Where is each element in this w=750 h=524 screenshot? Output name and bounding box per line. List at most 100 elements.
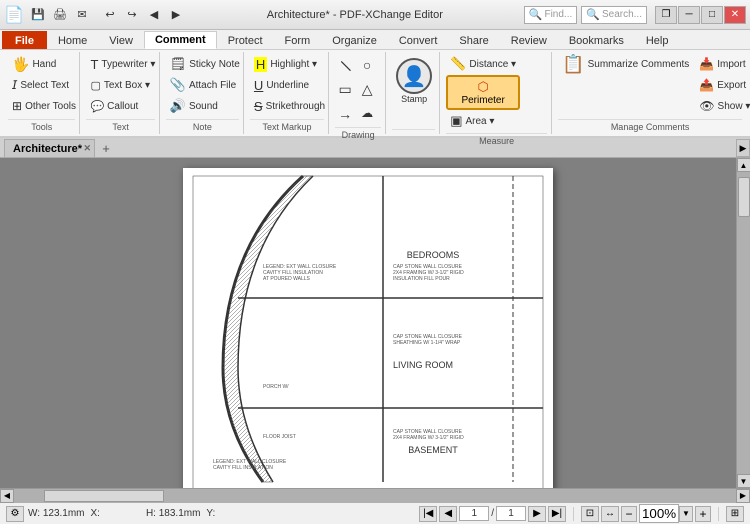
vertical-scrollbar[interactable]: ▲ ▼ — [736, 158, 750, 488]
prev-page-btn[interactable]: ◀ — [439, 506, 457, 522]
summarize-comments-btn[interactable]: 📋 Summarize Comments — [558, 54, 693, 74]
distance-label: Distance ▾ — [469, 59, 516, 70]
scroll-right-btn[interactable]: ▶ — [736, 489, 750, 503]
qa-print-btn[interactable]: 🖨 — [50, 6, 70, 24]
export-comments-btn[interactable]: 📤 Export — [695, 75, 750, 95]
text-markup-group-label: Text Markup — [250, 119, 324, 132]
tab-comment[interactable]: Comment — [144, 31, 217, 49]
x-label: X: — [91, 508, 100, 519]
view-mode-btn[interactable]: ⊞ — [726, 506, 744, 522]
scroll-track[interactable] — [737, 172, 750, 474]
tab-home[interactable]: Home — [47, 31, 98, 49]
arrow-draw-btn[interactable]: → — [335, 103, 355, 125]
current-page-display[interactable]: 1 — [459, 506, 489, 521]
qa-email-btn[interactable]: ✉ — [72, 6, 92, 24]
new-tab-btn[interactable]: + — [97, 139, 115, 157]
zoom-fit-page-btn[interactable]: ⊡ — [581, 506, 599, 522]
zoom-in-btn[interactable]: + — [695, 506, 711, 522]
highlight-btn[interactable]: H Highlight ▾ — [250, 54, 329, 74]
tools-icon: ⊞ — [12, 99, 22, 113]
undo-btn[interactable]: ↩ — [100, 6, 120, 24]
typewriter-btn[interactable]: T Typewriter ▾ — [86, 54, 159, 74]
h-scroll-track[interactable] — [14, 489, 736, 503]
tab-form[interactable]: Form — [274, 31, 322, 49]
undo-redo-group: ↩ ↪ ◀ ▶ — [100, 6, 186, 24]
polygon-icon: △ — [362, 81, 373, 98]
manage-comments-group: 📋 Summarize Comments 📥 Import 📤 Export 👁… — [554, 52, 746, 134]
zoom-dropdown-btn[interactable]: ▼ — [679, 506, 693, 522]
select-text-btn[interactable]: 𝘐 Select Text — [8, 75, 80, 95]
minimize-btn[interactable]: ─ — [678, 6, 700, 24]
tab-organize[interactable]: Organize — [321, 31, 388, 49]
h-scroll-thumb[interactable] — [44, 490, 164, 502]
distance-btn[interactable]: 📏 Distance ▾ — [446, 54, 520, 74]
text-markup-group: H Highlight ▾ U Underline S Strikethroug… — [246, 52, 329, 134]
underline-btn[interactable]: U Underline — [250, 75, 329, 95]
stamp-btn[interactable]: 👤 Stamp — [392, 54, 436, 108]
drawing-group: | ○ ▭ △ → — [331, 52, 386, 134]
doc-tab-architecture[interactable]: Architecture* ✕ — [4, 139, 95, 157]
other-tools-label: Other Tools — [25, 101, 76, 112]
summarize-icon: 📋 — [562, 54, 584, 75]
stamp-group: 👤 Stamp — [388, 52, 440, 134]
sticky-note-btn[interactable]: 🗒 Sticky Note — [166, 54, 244, 74]
tab-file[interactable]: File — [2, 31, 47, 49]
attach-file-btn[interactable]: 📎 Attach File — [166, 75, 244, 95]
zoom-input[interactable] — [639, 504, 679, 523]
tab-protect[interactable]: Protect — [217, 31, 274, 49]
circle-draw-btn[interactable]: ○ — [357, 54, 377, 76]
stamp-icon: 👤 — [396, 58, 432, 94]
nav-back-btn[interactable]: ◀ — [144, 6, 164, 24]
show-comments-btn[interactable]: 👁 Show ▾ — [695, 96, 750, 116]
tab-share[interactable]: Share — [448, 31, 499, 49]
last-page-btn[interactable]: ▶| — [548, 506, 566, 522]
redo-btn[interactable]: ↪ — [122, 6, 142, 24]
polygon-draw-btn[interactable]: △ — [357, 78, 377, 101]
scroll-down-btn[interactable]: ▼ — [737, 474, 750, 488]
zoom-fit-width-btn[interactable]: ↔ — [601, 506, 619, 522]
sound-btn[interactable]: 🔊 Sound — [166, 96, 244, 116]
page-navigation: |◀ ◀ 1 / 1 ▶ ▶| — [419, 506, 566, 522]
scroll-up-btn[interactable]: ▲ — [737, 158, 750, 172]
tab-bookmarks[interactable]: Bookmarks — [558, 31, 635, 49]
perimeter-icon: ⬡ — [477, 79, 488, 95]
maximize-btn[interactable]: □ — [701, 6, 723, 24]
doc-tab-close-btn[interactable]: ✕ — [84, 143, 92, 154]
scroll-thumb[interactable] — [738, 177, 750, 217]
cloud-draw-btn[interactable]: ☁ — [357, 103, 377, 125]
callout-btn[interactable]: 💬 Callout — [86, 96, 159, 116]
tab-convert[interactable]: Convert — [388, 31, 449, 49]
svg-text:CAVITY FILL INSULATION: CAVITY FILL INSULATION — [213, 465, 273, 471]
next-page-btn[interactable]: ▶ — [528, 506, 546, 522]
tab-scroll-right-btn[interactable]: ▶ — [736, 139, 750, 157]
text-box-btn[interactable]: ▢ Text Box ▾ — [86, 75, 159, 95]
quick-access-toolbar: 💾 🖨 ✉ — [28, 6, 92, 24]
restore-btn[interactable]: ❐ — [655, 6, 677, 24]
svg-text:FLOOR JOIST: FLOOR JOIST — [263, 434, 296, 440]
text-box-label: Text Box ▾ — [104, 80, 150, 91]
line-draw-btn[interactable]: | — [335, 54, 355, 76]
circle-icon: ○ — [363, 57, 371, 73]
rect-draw-btn[interactable]: ▭ — [335, 78, 355, 101]
zoom-out-btn[interactable]: − — [621, 506, 637, 522]
import-comments-btn[interactable]: 📥 Import — [695, 54, 750, 74]
scroll-left-btn[interactable]: ◀ — [0, 489, 14, 503]
area-btn[interactable]: ▣ Area ▾ — [446, 111, 520, 131]
tab-review[interactable]: Review — [500, 31, 558, 49]
settings-btn[interactable]: ⚙ — [6, 506, 24, 522]
close-btn[interactable]: ✕ — [724, 6, 746, 24]
hand-btn[interactable]: 🖐 Hand — [8, 54, 80, 74]
tab-view[interactable]: View — [98, 31, 144, 49]
floor-plan-svg: BEDROOMS LIVING ROOM BASEMENT LEGEND: EX… — [183, 168, 553, 488]
highlight-icon: H — [254, 57, 267, 72]
doc-tab-name: Architecture* — [13, 143, 82, 155]
tools-group-label: Tools — [8, 119, 75, 132]
callout-icon: 💬 — [90, 100, 104, 113]
perimeter-btn[interactable]: ⬡ Perimeter — [446, 75, 520, 110]
tab-help[interactable]: Help — [635, 31, 680, 49]
qa-save-btn[interactable]: 💾 — [28, 6, 48, 24]
first-page-btn[interactable]: |◀ — [419, 506, 437, 522]
nav-fwd-btn[interactable]: ▶ — [166, 6, 186, 24]
other-tools-btn[interactable]: ⊞ Other Tools — [8, 96, 80, 116]
strikethrough-btn[interactable]: S Strikethrough — [250, 96, 329, 116]
